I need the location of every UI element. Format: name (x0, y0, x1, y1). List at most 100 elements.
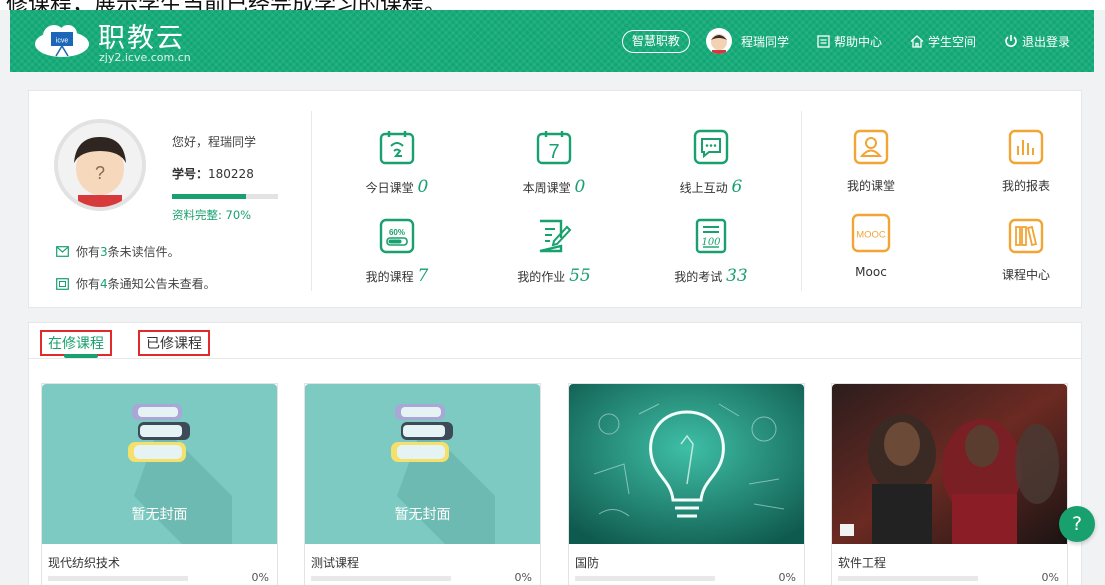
course-cover-placeholder: 暂无封面 (42, 384, 277, 544)
mooc-icon-text: MOOC (856, 230, 886, 241)
course-progress-bar (48, 576, 188, 581)
unread-mail-message[interactable]: 你有 3 条未读信件。 (56, 243, 180, 260)
logout-label: 退出登录 (1021, 34, 1070, 49)
courses-panel: 在修课程 已修课程 暂无封面 现代纺织技术 0% 暂无封面 测试课程 0% 国防… (28, 322, 1082, 585)
help-float-button[interactable]: ? (1059, 506, 1095, 542)
profile-completeness-text: 资料完整: 70% (172, 208, 252, 222)
course-cover-basketball (832, 384, 1067, 544)
caption-text: 修课程，展示学生当前已经完成学习的课程。 (6, 0, 446, 10)
stat-exams-value: 33 (726, 266, 748, 286)
course-name: 现代纺织技术 (48, 556, 121, 570)
stat-week-class-label: 本周课堂 (522, 181, 571, 195)
profile-completeness-bar (172, 194, 278, 199)
course-progress-percent: 0% (251, 571, 269, 584)
stat-my-courses[interactable]: 60% 我的课程 7 (337, 218, 457, 286)
mooc-icon: MOOC (851, 213, 891, 253)
notice-msg-pre: 你有 (76, 277, 101, 291)
course-progress-icon: 60% (379, 218, 415, 254)
course-cover-placeholder: 暂无封面 (305, 384, 540, 544)
shortcut-mooc-label: Mooc (855, 265, 887, 279)
week-number-text: 7 (548, 141, 559, 163)
course-progress-bar (838, 576, 978, 581)
help-center-link[interactable]: 帮助中心 (817, 33, 882, 50)
course-name: 国防 (575, 556, 600, 570)
profile-completeness-fill (172, 194, 247, 199)
stat-my-courses-label: 我的课程 (365, 270, 414, 284)
default-avatar-icon: ? (58, 123, 142, 207)
stat-my-exams[interactable]: 100 我的考试 33 (651, 218, 771, 286)
stat-today-class-label: 今日课堂 (365, 181, 414, 195)
course-card[interactable]: 暂无封面 现代纺织技术 0% (41, 383, 278, 585)
shortcut-my-reports-label: 我的报表 (1001, 179, 1050, 193)
course-cover-lightbulb (569, 384, 804, 544)
site-title: 职教云 (98, 23, 185, 54)
divider (801, 111, 802, 291)
user-menu[interactable]: 程瑞同学 (705, 28, 789, 54)
stat-homework-label: 我的作业 (517, 270, 566, 284)
classroom-person-icon (853, 129, 889, 165)
course-progress-percent: 0% (1041, 571, 1059, 584)
lightbulb-cover-image (569, 384, 804, 544)
power-icon (1005, 35, 1017, 47)
avatar-face-icon (710, 34, 727, 54)
logout-link[interactable]: 退出登录 (1004, 33, 1070, 50)
course-card[interactable]: 软件工程 0% (831, 383, 1068, 585)
stat-my-homework[interactable]: 我的作业 55 (494, 218, 614, 286)
stat-today-class[interactable]: 今日课堂 0 (337, 129, 457, 197)
course-progress-bar (575, 576, 715, 581)
home-icon (910, 34, 924, 48)
course-progress-bar (311, 576, 451, 581)
mail-msg-pre: 你有 (76, 245, 101, 259)
unread-notice-message[interactable]: 你有 4 条通知公告未查看。 (56, 275, 216, 292)
help-center-label: 帮助中心 (833, 34, 882, 49)
stat-week-class[interactable]: 7 本周课堂 0 (494, 129, 614, 197)
stat-online-value: 6 (731, 177, 743, 197)
chat-icon (693, 129, 729, 165)
course-card[interactable]: 国防 0% (568, 383, 805, 585)
mail-icon (56, 246, 69, 257)
logo-icon: icve (35, 25, 89, 57)
zhihui-zhijiao-button[interactable]: 智慧职教 (621, 29, 690, 53)
active-tab-indicator (64, 354, 98, 358)
svg-text:?: ? (95, 163, 105, 183)
shortcut-my-reports[interactable]: 我的报表 (966, 129, 1086, 194)
course-tabs: 在修课程 已修课程 (29, 323, 1081, 359)
notice-msg-post: 条通知公告未查看。 (107, 277, 216, 291)
student-number-label: 学号： (172, 167, 209, 181)
student-space-link[interactable]: 学生空间 (910, 33, 976, 50)
course-card[interactable]: 暂无封面 测试课程 0% (304, 383, 541, 585)
profile-avatar[interactable]: ? (54, 119, 146, 211)
tab-current-courses[interactable]: 在修课程 (40, 330, 112, 356)
divider (311, 111, 312, 291)
notice-count: 4 (100, 276, 108, 291)
shortcut-course-center[interactable]: 课程中心 (966, 218, 1086, 283)
dashboard-panel: ? 您好，程瑞同学 学号：180228 资料完整: 70% 你有 3 条未读信件。 … (28, 90, 1082, 308)
logo-badge-text: icve (56, 38, 69, 45)
shortcut-my-classroom-label: 我的课堂 (846, 179, 895, 193)
bar-chart-icon (1008, 129, 1044, 165)
greeting-text: 您好，程瑞同学 (172, 135, 257, 149)
stat-homework-value: 55 (569, 266, 591, 286)
stat-my-courses-value: 7 (417, 266, 429, 286)
week-class-icon: 7 (536, 131, 572, 165)
mail-msg-post: 条未读信件。 (107, 245, 180, 259)
tab-completed-courses[interactable]: 已修课程 (138, 330, 210, 356)
site-url: zjy2.icve.com.cn (99, 51, 191, 64)
student-number-value: 180228 (208, 167, 254, 181)
stat-today-class-value: 0 (417, 177, 429, 197)
student-space-label: 学生空间 (927, 34, 976, 49)
stat-exams-label: 我的考试 (674, 270, 723, 284)
homework-pen-icon (539, 219, 572, 253)
course-progress-percent: 0% (514, 571, 532, 584)
user-name: 程瑞同学 (740, 34, 789, 49)
course-name: 测试课程 (311, 556, 360, 570)
notice-icon (56, 277, 69, 290)
shortcut-my-classroom[interactable]: 我的课堂 (811, 129, 931, 194)
course-progress-percent: 0% (778, 571, 796, 584)
top-nav: 智慧职教 程瑞同学 帮助中心 学生空间 退出登录 (621, 10, 1094, 72)
student-number: 学号：180228 (172, 165, 254, 182)
stat-online-interaction[interactable]: 线上互动 6 (651, 129, 771, 197)
mail-count: 3 (100, 244, 108, 259)
shortcut-mooc[interactable]: MOOC Mooc (811, 213, 931, 279)
document-caption: 修课程，展示学生当前已经完成学习的课程。 (0, 0, 1105, 10)
